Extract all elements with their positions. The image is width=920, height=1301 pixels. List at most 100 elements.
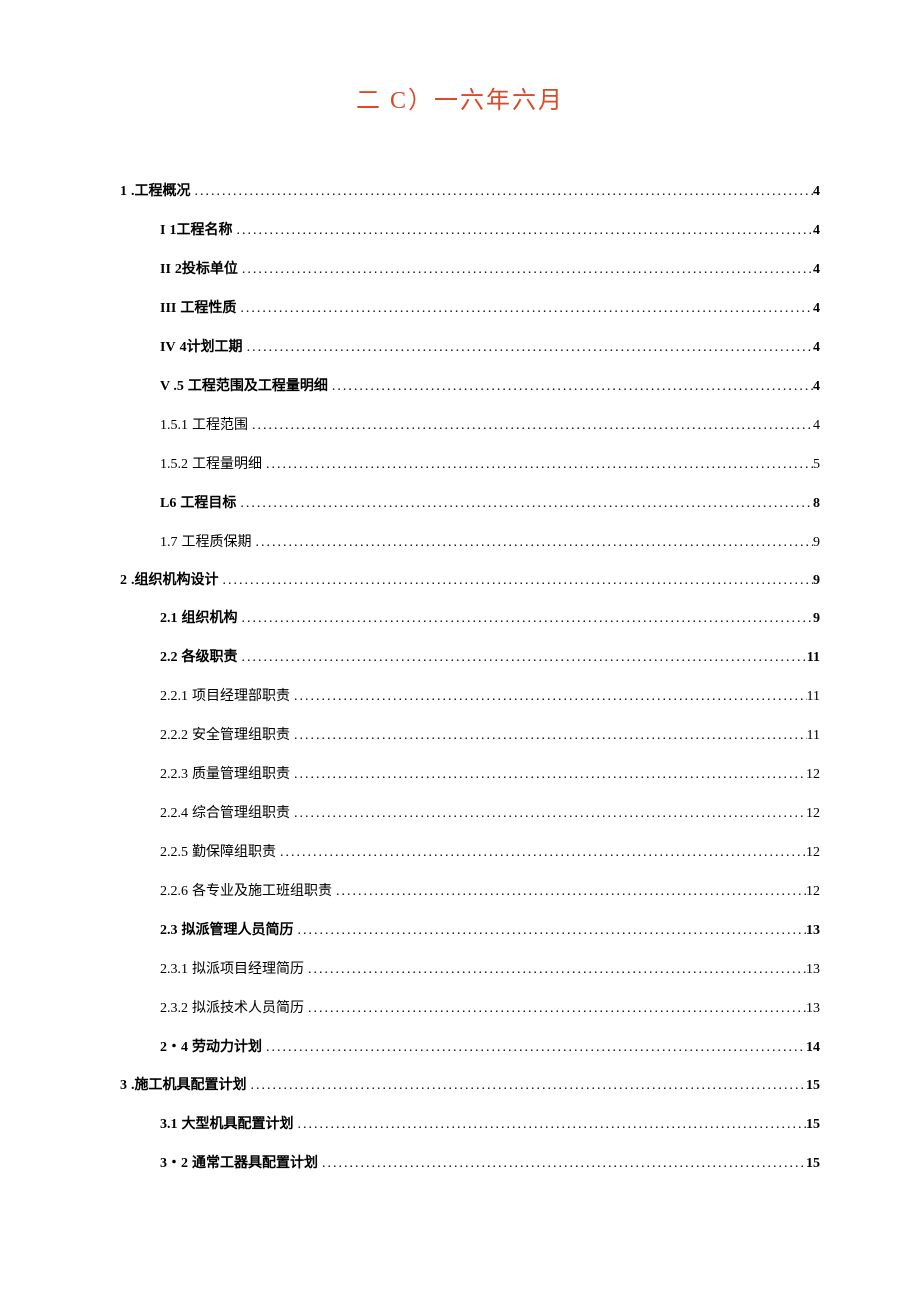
toc-entry-number: 2.1	[160, 601, 178, 636]
toc-entry: 2.2.3 质量管理组职责12	[160, 757, 820, 792]
toc-entry-page: 4	[813, 408, 820, 443]
toc-entry-number: 2.2.2	[160, 718, 188, 753]
toc-leader-dots	[304, 952, 806, 987]
toc-leader-dots	[294, 913, 807, 948]
toc-entry-label: .施工机具配置计划	[127, 1069, 247, 1103]
toc-entry-page: 12	[806, 796, 820, 831]
document-title: 二 C）一六年六月	[100, 80, 820, 115]
toc-leader-dots	[236, 486, 813, 521]
toc-entry-label: .工程概况	[127, 175, 191, 209]
toc-entry-label: 1工程名称	[165, 213, 232, 248]
toc-entry-label: 工程量明细	[188, 447, 262, 482]
toc-entry-page: 4	[813, 213, 820, 248]
toc-leader-dots	[262, 1030, 806, 1065]
toc-entry: 2.2.4 综合管理组职责12	[160, 796, 820, 831]
toc-leader-dots	[332, 874, 806, 909]
toc-entry-page: 4	[813, 175, 820, 209]
toc-entry: 1.7 工程质保期9	[160, 525, 820, 560]
toc-entry-page: 12	[806, 835, 820, 870]
toc-entry-page: 11	[807, 679, 820, 714]
toc-leader-dots	[328, 369, 813, 404]
toc-leader-dots	[238, 640, 807, 675]
toc-entry-number: 2.3.1	[160, 952, 188, 987]
toc-entry-number: IV	[160, 330, 176, 365]
toc-entry: V .5 工程范围及工程量明细 4	[160, 369, 820, 404]
toc-entry: 1.5.2 工程量明细 5	[160, 447, 820, 482]
toc-leader-dots	[318, 1146, 806, 1181]
toc-entry-page: 14	[806, 1030, 820, 1065]
toc-entry-number: 2.3.2	[160, 991, 188, 1026]
toc-entry: 2.2 各级职责11	[160, 640, 820, 675]
toc-entry-page: 15	[806, 1146, 820, 1181]
toc-entry-number: 1.5.1	[160, 408, 188, 443]
toc-leader-dots	[290, 679, 807, 714]
toc-leader-dots	[294, 1107, 807, 1142]
toc-entry-label: 工程性质	[176, 291, 236, 326]
toc-entry-page: 8	[813, 486, 820, 521]
toc-entry-number: II	[160, 252, 171, 287]
toc-entry: 2.3.1 拟派项目经理简历 13	[160, 952, 820, 987]
toc-leader-dots	[238, 601, 814, 636]
toc-entry: L6 工程目标8	[160, 486, 820, 521]
table-of-contents: 1 .工程概况4I 1工程名称4II 2投标单位4III 工程性质4IV 4计划…	[100, 175, 820, 1181]
toc-entry: 2.2.2 安全管理组职责11	[160, 718, 820, 753]
toc-entry-number: V .5	[160, 369, 184, 404]
toc-entry-page: 13	[806, 952, 820, 987]
toc-entry-label: 工程范围及工程量明细	[184, 369, 328, 404]
toc-entry-number: III	[160, 291, 176, 326]
toc-entry-page: 13	[806, 991, 820, 1026]
toc-leader-dots	[236, 291, 813, 326]
toc-entry: 2.3 拟派管理人员简历13	[160, 913, 820, 948]
toc-leader-dots	[248, 408, 813, 443]
toc-entry-label: 4计划工期	[176, 330, 243, 365]
toc-entry-number: 2.2.1	[160, 679, 188, 714]
toc-entry-label: 组织机构	[178, 601, 238, 636]
toc-entry-label: 大型机具配置计划	[178, 1107, 294, 1142]
toc-entry: II 2投标单位 4	[160, 252, 820, 287]
toc-entry-number: 1.5.2	[160, 447, 188, 482]
toc-entry-page: 11	[807, 718, 820, 753]
toc-entry: 2.1 组织机构 9	[160, 601, 820, 636]
toc-entry-number: 2.3	[160, 913, 178, 948]
toc-entry: III 工程性质 4	[160, 291, 820, 326]
toc-entry-number: 2.2	[160, 640, 178, 675]
toc-entry-page: 4	[813, 330, 820, 365]
toc-entry-label: 拟派项目经理简历	[188, 952, 304, 987]
toc-entry-number: 3	[120, 1069, 127, 1103]
toc-entry-page: 9	[813, 564, 820, 598]
toc-entry-page: 4	[813, 291, 820, 326]
toc-entry: 2・4 劳动力计划14	[160, 1030, 820, 1065]
toc-entry-label: 各专业及施工班组职责	[188, 874, 332, 909]
toc-leader-dots	[219, 564, 814, 598]
toc-entry-number: 2・4	[160, 1030, 188, 1065]
toc-entry: 2.2.1 项目经理部职责11	[160, 679, 820, 714]
toc-entry: I 1工程名称4	[160, 213, 820, 248]
toc-entry-page: 15	[806, 1107, 820, 1142]
toc-entry-page: 12	[806, 874, 820, 909]
toc-entry-page: 9	[813, 601, 820, 636]
toc-entry-number: 3.1	[160, 1107, 178, 1142]
toc-entry-label: 2投标单位	[171, 252, 238, 287]
toc-entry-page: 4	[813, 252, 820, 287]
document-page: 二 C）一六年六月 1 .工程概况4I 1工程名称4II 2投标单位4III 工…	[0, 0, 920, 1301]
toc-entry-label: 工程范围	[188, 408, 248, 443]
toc-entry-page: 4	[813, 369, 820, 404]
toc-entry-number: 2.2.3	[160, 757, 188, 792]
toc-leader-dots	[243, 330, 813, 365]
toc-entry-number: 2.2.6	[160, 874, 188, 909]
toc-entry-label: 质量管理组职责	[188, 757, 290, 792]
toc-leader-dots	[191, 175, 814, 209]
toc-leader-dots	[252, 525, 814, 560]
toc-leader-dots	[238, 252, 813, 287]
toc-entry: 2.3.2 拟派技术人员简历13	[160, 991, 820, 1026]
toc-entry-page: 5	[813, 447, 820, 482]
toc-entry-label: 拟派管理人员简历	[178, 913, 294, 948]
toc-entry-number: 1	[120, 175, 127, 209]
toc-entry: 2 .组织机构设计9	[120, 564, 820, 598]
toc-entry-label: 工程目标	[176, 486, 236, 521]
toc-entry-number: 2.2.5	[160, 835, 188, 870]
toc-entry: 3・2 通常工器具配置计划15	[160, 1146, 820, 1181]
toc-entry-label: 综合管理组职责	[188, 796, 290, 831]
toc-leader-dots	[290, 757, 806, 792]
toc-entry-label: 工程质保期	[178, 525, 252, 560]
